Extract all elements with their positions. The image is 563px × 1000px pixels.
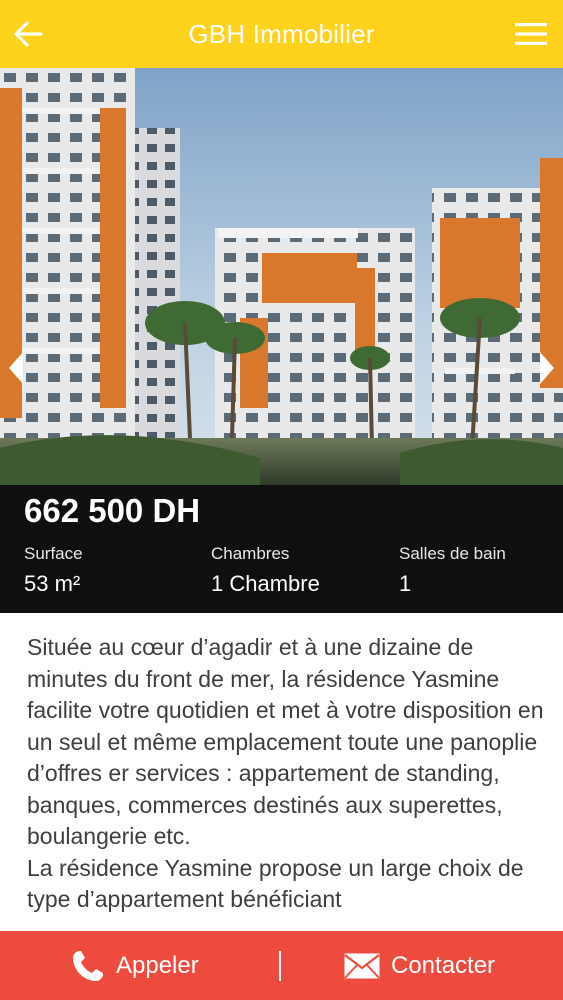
stat-label: Surface (24, 544, 83, 563)
property-photo (0, 68, 563, 485)
stat-value: 53 m² (24, 571, 81, 596)
hamburger-menu-icon (515, 23, 547, 45)
gallery-prev-button[interactable] (4, 348, 28, 388)
listing-summary: 662 500 DH Surface 53 m² Chambres 1 Cham… (0, 485, 563, 613)
photo-gallery[interactable] (0, 68, 563, 485)
menu-button[interactable] (511, 14, 551, 54)
page-title: GBH Immobilier (188, 18, 375, 49)
description-paragraph: Située au cœur d’agadir et à une dizaine… (27, 634, 544, 849)
chevron-left-icon (9, 352, 23, 384)
action-bar: Appeler Contacter (0, 931, 563, 1000)
stat-bedrooms: Chambres 1 Chambre (211, 544, 320, 597)
listing-description: Située au cœur d’agadir et à une dizaine… (27, 632, 552, 932)
description-paragraph: La résidence Yasmine propose un large ch… (27, 854, 524, 913)
envelope-icon (344, 953, 380, 979)
call-label: Appeler (116, 951, 199, 979)
stat-value: 1 (399, 571, 412, 596)
phone-icon (73, 950, 103, 981)
call-button[interactable]: Appeler (70, 931, 199, 1000)
contact-label: Contacter (391, 951, 496, 979)
action-divider (279, 951, 281, 981)
stat-surface: Surface 53 m² (24, 544, 83, 597)
chevron-right-icon (540, 352, 554, 384)
contact-button[interactable]: Contacter (343, 931, 495, 1000)
back-button[interactable] (8, 14, 48, 54)
gallery-next-button[interactable] (535, 348, 559, 388)
stat-value: 1 Chambre (211, 571, 320, 596)
stat-label: Salles de bain (399, 544, 506, 563)
stat-bathrooms: Salles de bain 1 (399, 544, 506, 597)
listing-price: 662 500 DH (24, 492, 201, 529)
app-header: GBH Immobilier (0, 0, 563, 68)
stat-label: Chambres (211, 544, 290, 563)
arrow-left-icon (14, 21, 43, 47)
